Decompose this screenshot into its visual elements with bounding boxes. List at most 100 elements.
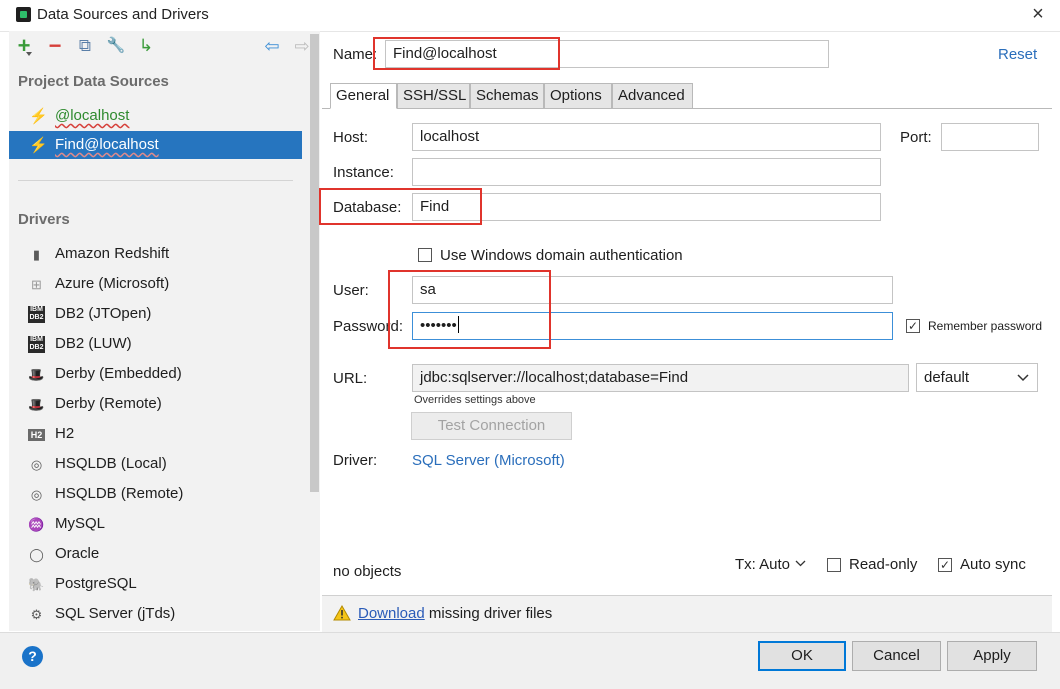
data-source-label: @localhost — [55, 107, 130, 124]
postgresql-icon: 🐘 — [28, 577, 45, 592]
host-label: Host: — [333, 129, 369, 146]
auto-sync-checkbox[interactable]: ✓ — [938, 558, 952, 572]
test-connection-button[interactable]: Test Connection — [411, 412, 572, 440]
warning-icon — [333, 605, 351, 621]
driver-label: Driver: — [333, 452, 378, 469]
redshift-icon: ▮ — [32, 247, 41, 262]
driver-label: Amazon Redshift — [55, 245, 170, 262]
tab-ssh-ssl[interactable]: SSH/SSL — [397, 83, 470, 109]
driver-label: PostgreSQL — [55, 575, 137, 592]
url-mode-value: default — [924, 369, 970, 386]
ibm-db2-icon: IBM DB2 — [28, 336, 45, 353]
cancel-button[interactable]: Cancel — [852, 641, 941, 671]
user-label: User: — [333, 282, 369, 299]
tab-advanced[interactable]: Advanced — [612, 83, 693, 109]
password-input[interactable]: ••••••• — [412, 312, 893, 340]
left-scrollbar-thumb[interactable] — [310, 34, 319, 492]
driver-item[interactable]: ◯ Oracle — [9, 540, 302, 570]
driver-label: DB2 (JTOpen) — [55, 305, 152, 322]
divider — [18, 180, 293, 181]
database-label: Database: — [333, 199, 402, 216]
reset-link[interactable]: Reset — [998, 46, 1037, 63]
h2-icon: H2 — [28, 429, 45, 441]
chevron-down-icon — [1017, 374, 1029, 382]
database-input[interactable]: Find — [412, 193, 881, 221]
derby-hat-icon: 🎩 — [28, 397, 45, 412]
derby-hat-icon: 🎩 — [28, 367, 45, 382]
settings-icon[interactable]: 🔧 — [106, 36, 126, 56]
app-icon — [16, 7, 31, 22]
driver-item[interactable]: ◎ HSQLDB (Local) — [9, 450, 302, 480]
windows-auth-label: Use Windows domain authentication — [440, 247, 683, 264]
user-input[interactable]: sa — [412, 276, 893, 304]
host-input[interactable]: localhost — [412, 123, 881, 151]
name-label: Name: — [333, 46, 378, 63]
driver-link[interactable]: SQL Server (Microsoft) — [412, 452, 565, 469]
driver-item[interactable]: 🎩 Derby (Remote) — [9, 390, 302, 420]
apply-button[interactable]: Apply — [947, 641, 1037, 671]
tab-options[interactable]: Options — [544, 83, 612, 109]
text-caret — [457, 316, 459, 333]
drivers-header: Drivers — [18, 211, 70, 228]
tab-schemas[interactable]: Schemas — [470, 83, 544, 109]
port-label: Port: — [900, 129, 932, 146]
url-label: URL: — [333, 370, 368, 387]
no-objects-text: no objects — [333, 563, 402, 580]
ok-button[interactable]: OK — [758, 641, 846, 671]
driver-label: H2 — [55, 425, 75, 442]
close-icon[interactable]: × — [1026, 3, 1050, 26]
plug-icon: ⚡ — [29, 108, 48, 125]
driver-item[interactable]: 🎩 Derby (Embedded) — [9, 360, 302, 390]
add-dropdown-icon[interactable] — [26, 52, 32, 56]
project-data-sources-header: Project Data Sources — [18, 73, 169, 90]
help-icon[interactable]: ? — [22, 646, 43, 667]
instance-input[interactable] — [412, 158, 881, 186]
driver-item[interactable]: H2 H2 — [9, 420, 302, 450]
driver-item[interactable]: ⚙ SQL Server (jTds) — [9, 600, 302, 630]
remember-password-label: Remember password — [928, 319, 1043, 333]
remember-password-checkbox[interactable]: ✓ — [906, 319, 920, 333]
tab-general[interactable]: General — [330, 83, 397, 109]
driver-item[interactable]: ♒ MySQL — [9, 510, 302, 540]
driver-item[interactable]: ▮ Amazon Redshift — [9, 240, 302, 270]
driver-label: Oracle — [55, 545, 100, 562]
read-only-checkbox[interactable] — [827, 558, 841, 572]
hsqldb-icon: ◎ — [30, 487, 43, 502]
url-input[interactable]: jdbc:sqlserver://localhost;database=Find — [412, 364, 909, 392]
download-link[interactable]: Download — [358, 605, 425, 622]
hsqldb-icon: ◎ — [30, 457, 43, 472]
remove-icon[interactable]: − — [45, 35, 65, 57]
ibm-db2-icon: IBM DB2 — [28, 306, 45, 323]
window-title: Data Sources and Drivers — [37, 6, 209, 23]
data-source-label: Find@localhost — [55, 136, 159, 153]
driver-label: Azure (Microsoft) — [55, 275, 170, 292]
driver-label: DB2 (LUW) — [55, 335, 132, 352]
driver-item[interactable]: ⊞ Azure (Microsoft) — [9, 270, 302, 300]
import-icon[interactable]: ↳ — [136, 36, 156, 56]
back-icon[interactable]: ⇦ — [262, 36, 282, 56]
oracle-icon: ◯ — [29, 547, 44, 562]
password-value: ••••••• — [420, 317, 457, 334]
plug-icon: ⚡ — [29, 137, 48, 154]
copy-icon[interactable]: ⧉ — [75, 36, 95, 56]
driver-item[interactable]: IBM DB2 DB2 (LUW) — [9, 330, 302, 360]
tx-mode-label: Tx: Auto — [735, 556, 791, 573]
driver-item[interactable]: IBM DB2 DB2 (JTOpen) — [9, 300, 302, 330]
port-input[interactable] — [941, 123, 1039, 151]
instance-label: Instance: — [333, 164, 394, 181]
chevron-down-icon — [795, 560, 806, 567]
driver-label: Derby (Embedded) — [55, 365, 182, 382]
sqlserver-icon: ⚙ — [30, 607, 43, 622]
data-source-item[interactable]: ⚡ @localhost — [9, 102, 302, 130]
warning-text: missing driver files — [424, 605, 553, 622]
driver-item[interactable]: ◎ HSQLDB (Remote) — [9, 480, 302, 510]
windows-auth-checkbox[interactable] — [418, 248, 432, 262]
data-source-item-selected[interactable]: ⚡ Find@localhost — [9, 131, 302, 159]
tx-mode-dropdown[interactable]: Tx: Auto — [735, 556, 806, 573]
name-input[interactable]: Find@localhost — [385, 40, 829, 68]
mysql-icon: ♒ — [28, 517, 45, 532]
driver-item[interactable]: 🐘 PostgreSQL — [9, 570, 302, 600]
windows-icon: ⊞ — [31, 277, 42, 292]
driver-label: HSQLDB (Remote) — [55, 485, 184, 502]
url-mode-select[interactable]: default — [916, 363, 1038, 392]
